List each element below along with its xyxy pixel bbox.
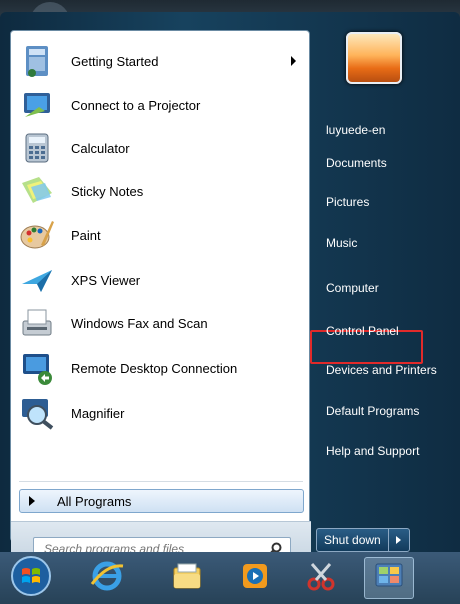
media-player-icon	[237, 558, 273, 599]
pictures-link[interactable]: Pictures	[316, 186, 450, 218]
snipping-tool-icon	[303, 558, 339, 599]
start-orb-icon	[10, 555, 52, 602]
xps-viewer-icon	[19, 262, 55, 298]
control-panel-taskbar-button[interactable]	[364, 557, 414, 599]
right-item-label: Default Programs	[326, 404, 420, 418]
submenu-arrow-icon[interactable]	[291, 56, 296, 66]
program-label: Remote Desktop Connection	[71, 360, 238, 376]
program-label: XPS Viewer	[71, 272, 141, 288]
default-programs-link[interactable]: Default Programs	[316, 395, 450, 427]
right-item-label: luyuede-en	[326, 123, 386, 137]
right-item-label: Documents	[326, 156, 387, 170]
program-label: Sticky Notes	[71, 183, 144, 199]
projector-icon	[19, 87, 55, 123]
right-item-label: Pictures	[326, 195, 370, 209]
control-panel-link[interactable]: Control Panel	[316, 315, 450, 347]
program-label: Magnifier	[71, 405, 125, 421]
program-label: Getting Started	[71, 53, 159, 69]
magnifier-icon	[19, 395, 55, 431]
all-programs-label: All Programs	[57, 493, 132, 509]
computer-link[interactable]: Computer	[316, 272, 450, 304]
devices-printers-link[interactable]: Devices and Printers	[316, 354, 450, 386]
all-programs-button[interactable]: All Programs	[19, 489, 304, 513]
explorer-taskbar-button[interactable]	[162, 557, 212, 599]
program-label: Connect to a Projector	[71, 97, 201, 113]
programs-pane: Getting Started Connect to a Projector C…	[10, 30, 311, 565]
sticky-notes-icon	[19, 173, 55, 209]
program-getting-started[interactable]: Getting Started	[19, 41, 304, 81]
triangle-right-icon	[29, 496, 35, 506]
remote-desktop-icon	[19, 350, 55, 386]
program-paint[interactable]: Paint	[19, 215, 304, 255]
control-panel-taskbar-icon	[371, 558, 407, 599]
music-link[interactable]: Music	[316, 227, 450, 259]
program-remote-desktop[interactable]: Remote Desktop Connection	[19, 348, 304, 388]
internet-explorer-icon	[89, 558, 125, 599]
arrow-right-icon	[396, 536, 402, 544]
shutdown-button[interactable]: Shut down	[317, 529, 388, 551]
program-label: Windows Fax and Scan	[71, 315, 208, 331]
start-button[interactable]	[6, 555, 56, 602]
calculator-icon	[19, 130, 55, 166]
paint-palette-icon	[19, 217, 55, 253]
fax-scanner-icon	[19, 305, 55, 341]
file-explorer-icon	[169, 558, 205, 599]
separator	[19, 481, 303, 482]
ie-taskbar-button[interactable]	[82, 557, 132, 599]
user-name-link[interactable]: luyuede-en	[316, 114, 450, 146]
right-item-label: Computer	[326, 281, 379, 295]
shutdown-options-button[interactable]	[389, 529, 409, 551]
taskbar	[0, 552, 460, 604]
program-sticky-notes[interactable]: Sticky Notes	[19, 171, 304, 211]
program-magnifier[interactable]: Magnifier	[19, 393, 304, 433]
shutdown-control: Shut down	[316, 528, 410, 552]
right-item-label: Devices and Printers	[326, 363, 437, 377]
help-support-link[interactable]: Help and Support	[316, 435, 450, 467]
documents-link[interactable]: Documents	[316, 147, 450, 179]
right-item-label: Music	[326, 236, 358, 250]
media-player-taskbar-button[interactable]	[230, 557, 280, 599]
program-calculator[interactable]: Calculator	[19, 128, 304, 168]
getting-started-icon	[19, 43, 55, 79]
program-label: Paint	[71, 227, 101, 243]
program-xps-viewer[interactable]: XPS Viewer	[19, 260, 304, 300]
user-avatar[interactable]	[346, 32, 402, 84]
start-menu: Getting Started Connect to a Projector C…	[0, 12, 460, 565]
program-connect-projector[interactable]: Connect to a Projector	[19, 85, 304, 125]
right-item-label: Control Panel	[326, 324, 399, 338]
snipping-tool-taskbar-button[interactable]	[296, 557, 346, 599]
program-label: Calculator	[71, 140, 130, 156]
right-item-label: Help and Support	[326, 444, 420, 458]
program-fax-scan[interactable]: Windows Fax and Scan	[19, 303, 304, 343]
